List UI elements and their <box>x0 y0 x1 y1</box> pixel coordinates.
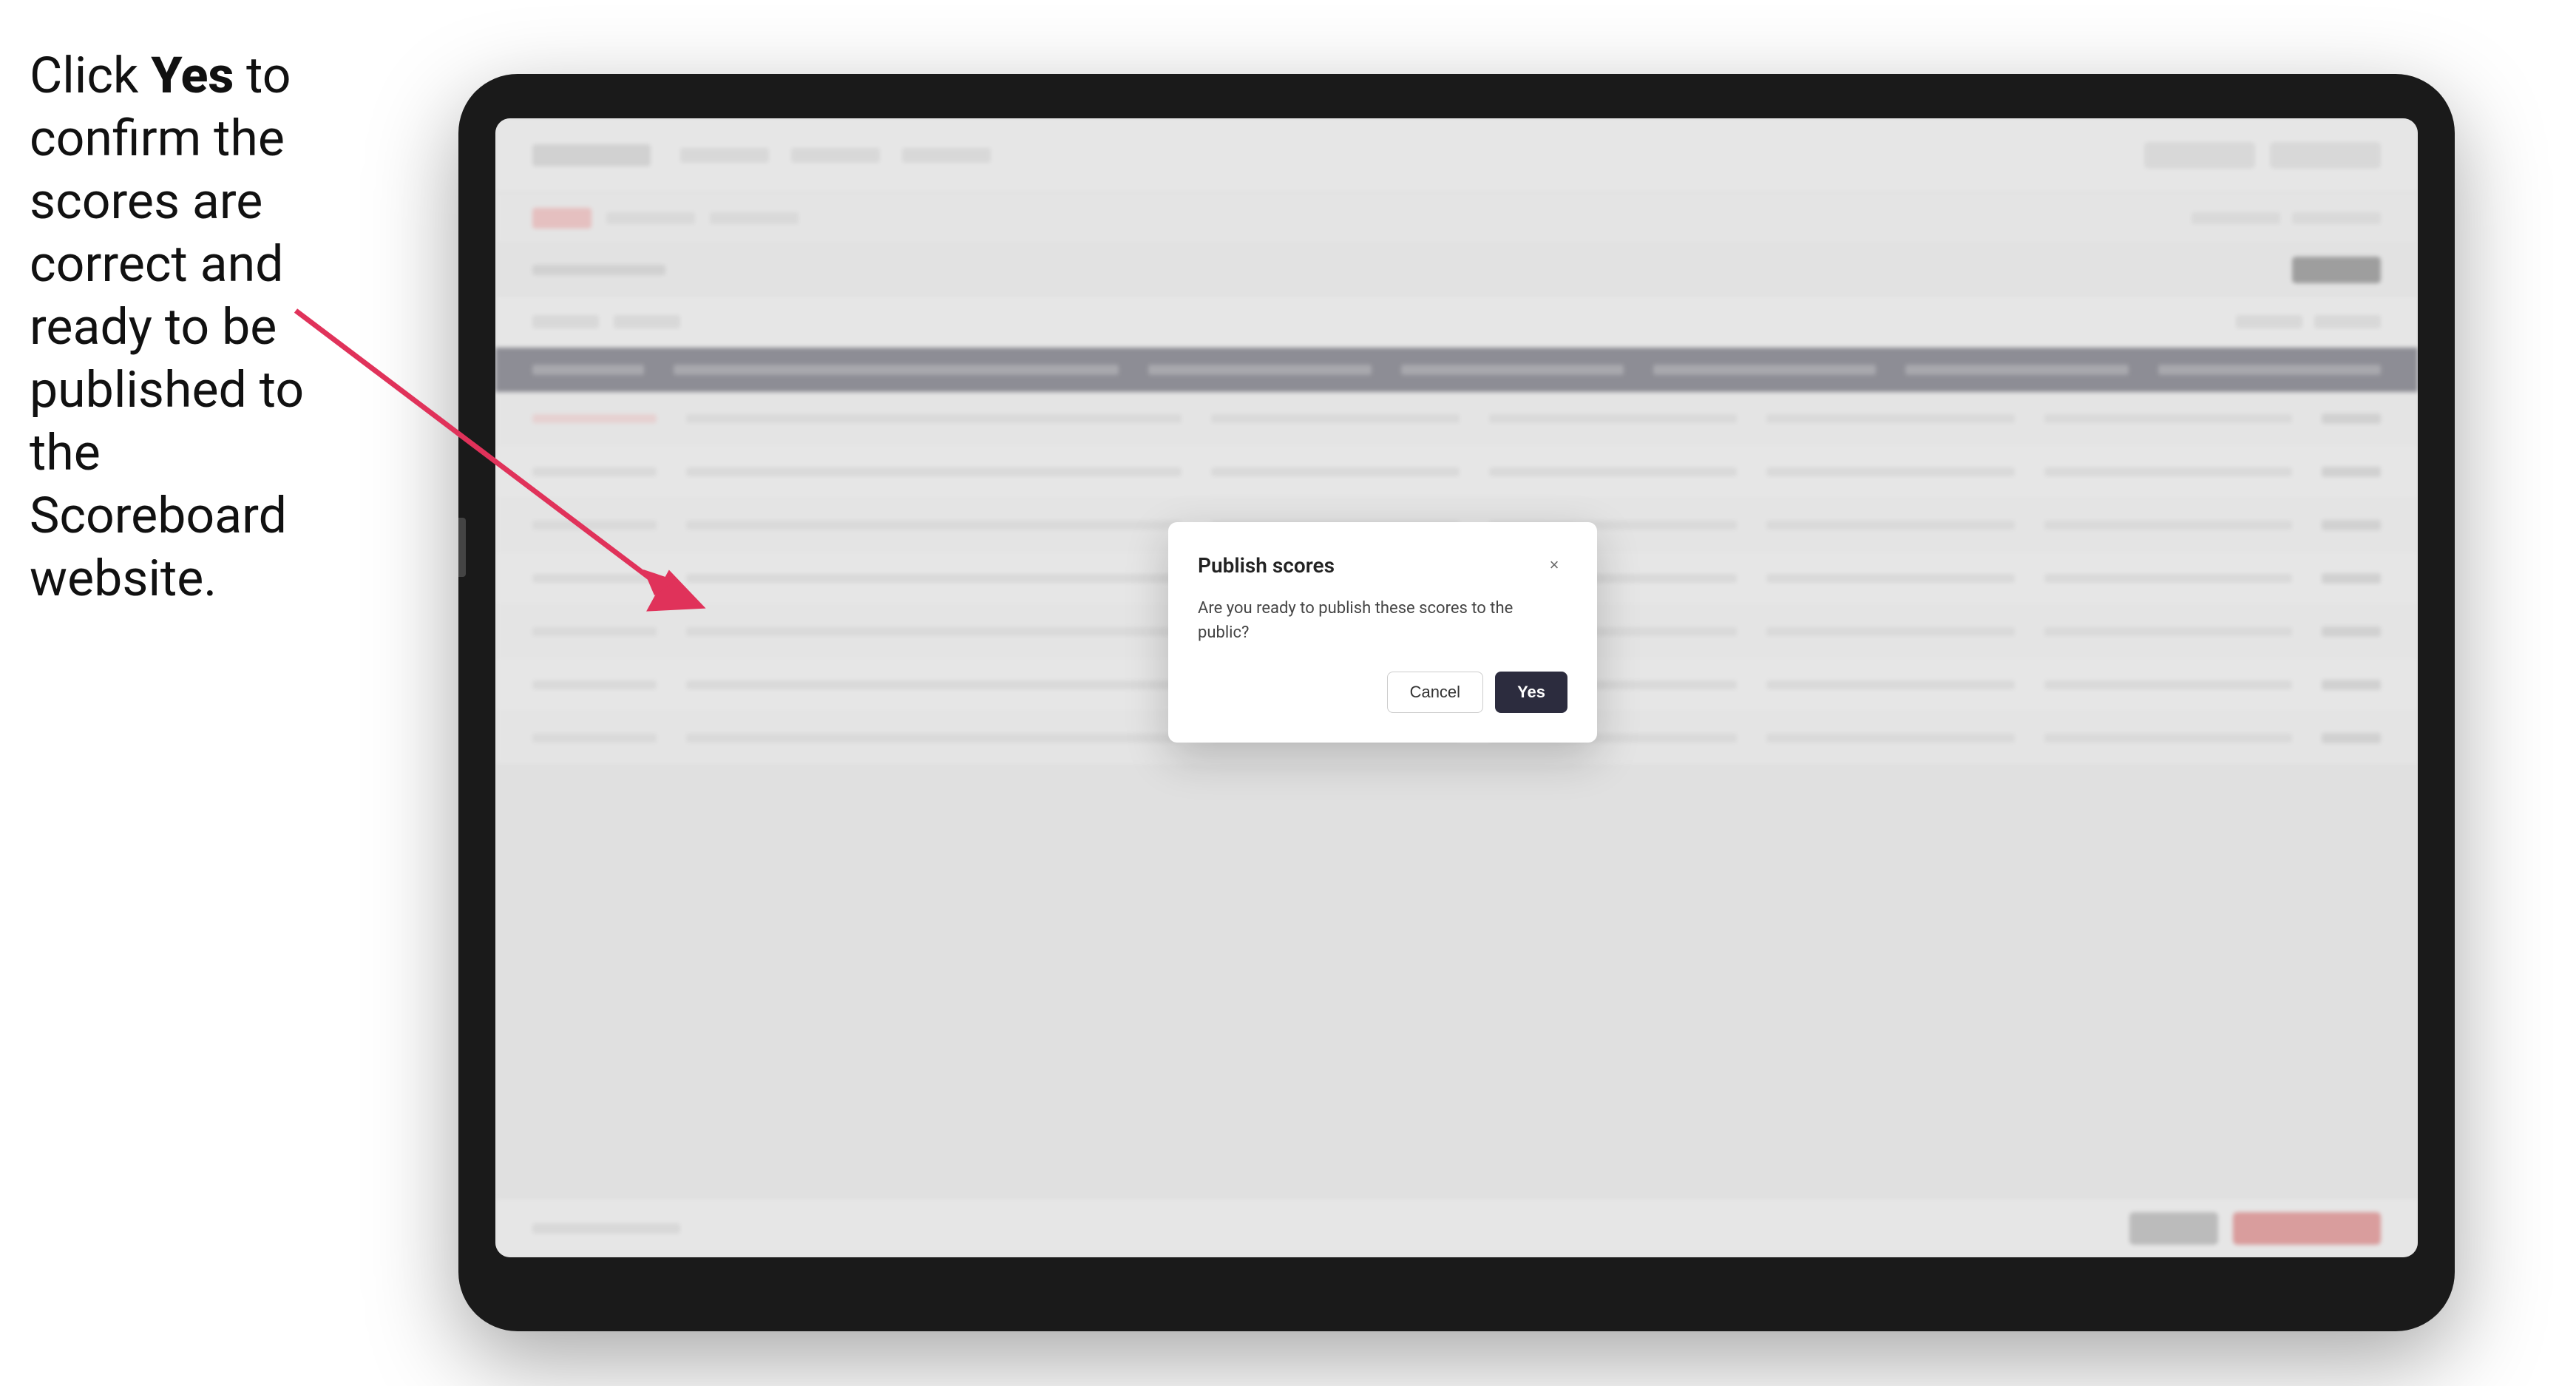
tablet-device: Publish scores × Are you ready to publis… <box>458 74 2455 1331</box>
instruction-prefix: Click <box>30 46 151 105</box>
modal-close-button[interactable]: × <box>1541 552 1567 578</box>
modal-dialog: Publish scores × Are you ready to publis… <box>1168 522 1597 743</box>
modal-overlay: Publish scores × Are you ready to publis… <box>495 118 2418 1257</box>
modal-title: Publish scores <box>1198 553 1335 578</box>
tablet-screen: Publish scores × Are you ready to publis… <box>495 118 2418 1257</box>
instruction-text: Click Yes to confirm the scores are corr… <box>30 44 355 610</box>
instruction-suffix: to confirm the scores are correct and re… <box>30 46 304 608</box>
modal-footer: Cancel Yes <box>1198 672 1567 713</box>
instruction-bold: Yes <box>151 46 234 105</box>
modal-body-text: Are you ready to publish these scores to… <box>1198 596 1567 645</box>
modal-title-row: Publish scores × <box>1198 552 1567 578</box>
cancel-button[interactable]: Cancel <box>1387 672 1483 713</box>
yes-button[interactable]: Yes <box>1495 672 1567 713</box>
tablet-side-button <box>458 518 466 577</box>
